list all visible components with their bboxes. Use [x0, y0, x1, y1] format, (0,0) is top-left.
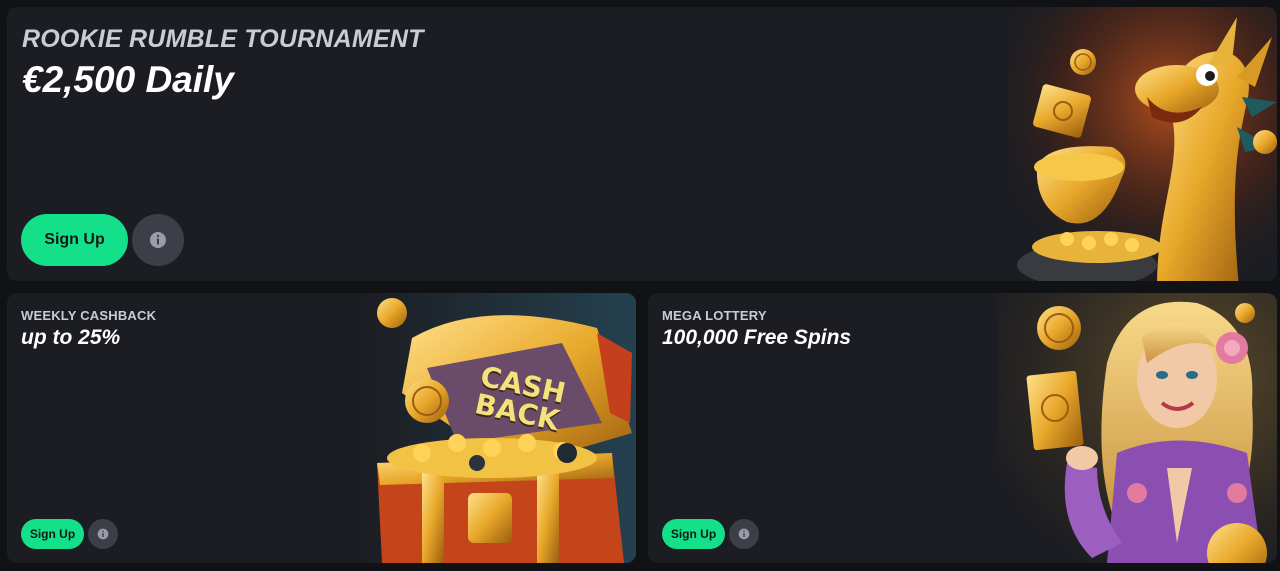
promo-headline: up to 25% [21, 326, 121, 349]
promo-headline: €2,500 Daily [22, 59, 234, 100]
treasure-chest-artwork: CASH BACK [362, 293, 636, 563]
promo-card-rookie-rumble: ROOKIE RUMBLE TOURNAMENT €2,500 Daily Si… [7, 7, 1277, 281]
promo-kicker: ROOKIE RUMBLE TOURNAMENT [22, 25, 424, 53]
info-icon [97, 528, 109, 540]
promo-kicker: WEEKLY CASHBACK [21, 308, 157, 323]
info-icon [738, 528, 750, 540]
info-button[interactable] [88, 519, 118, 549]
promo-kicker: MEGA LOTTERY [662, 308, 767, 323]
sign-up-button[interactable]: Sign Up [21, 214, 128, 266]
promo-card-mega-lottery: MEGA LOTTERY 100,000 Free Spins Sign Up [648, 293, 1277, 563]
lottery-woman-artwork [997, 293, 1277, 563]
promo-card-weekly-cashback: WEEKLY CASHBACK up to 25% Sign Up CASH B… [7, 293, 636, 563]
sign-up-button[interactable]: Sign Up [662, 519, 725, 549]
info-button[interactable] [729, 519, 759, 549]
dragon-artwork [1007, 7, 1277, 281]
promo-headline: 100,000 Free Spins [662, 326, 852, 349]
info-button[interactable] [132, 214, 184, 266]
sign-up-button[interactable]: Sign Up [21, 519, 84, 549]
info-icon [150, 232, 166, 248]
